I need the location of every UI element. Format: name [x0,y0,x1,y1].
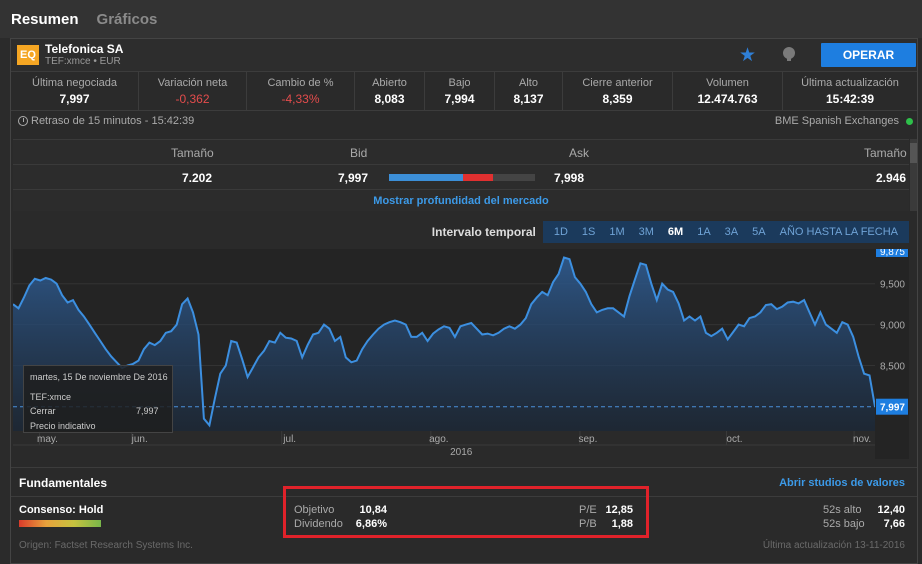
stat-open: Abierto 8,083 [355,72,425,110]
consensus-gauge [19,520,101,527]
stat-net-change: Variación neta -0,362 [139,72,247,110]
data-source: Origen: Factset Research Systems Inc. [19,540,193,551]
ticker-symbol: TEF:xmce • EUR [45,56,121,67]
exchange-name: BME Spanish Exchanges [774,115,899,127]
x-tick-label: oct. [726,434,742,445]
y-tick-label: 9,500 [880,280,905,291]
interval-option-6[interactable]: 3A [718,226,745,238]
clock-icon [18,116,28,126]
52w-low-label: 52s bajo [823,518,865,530]
y-tick-label: 9,000 [880,321,905,332]
quote-panel: EQ Telefonica SA TEF:xmce • EUR ★ OPERAR… [10,38,918,564]
x-tick-label: jun. [131,434,148,445]
tab-resumen[interactable]: Resumen [11,11,79,28]
interval-option-8[interactable]: AÑO HASTA LA FECHA [773,226,905,238]
stat-pct-change: Cambio de % -4,33% [247,72,355,110]
book-size-bid-header: Tamaño [171,146,214,160]
quote-header: EQ Telefonica SA TEF:xmce • EUR ★ OPERAR [11,39,917,71]
fundamentals-updated: Última actualización 13-11-2016 [762,540,905,551]
top-tick-label: 9,875 [880,249,905,258]
chart-tooltip: martes, 15 De noviembre De 2016 TEF:xmce… [23,365,173,433]
alert-icon[interactable] [781,46,797,62]
fundamentals-title: Fundamentales [19,476,108,490]
tab-graficos[interactable]: Gráficos [97,11,158,28]
tooltip-close-label: Cerrar [30,406,56,416]
year-label: 2016 [450,447,473,458]
52w-high-label: 52s alto [823,504,862,516]
x-tick-label: sep. [579,434,598,445]
book-size-ask-header: Tamaño [864,146,907,160]
interval-option-2[interactable]: 1M [602,226,631,238]
y-tick-label: 8,500 [880,362,905,373]
x-tick-label: ago. [429,434,448,445]
book-bid-header: Bid [350,146,368,160]
interval-option-4[interactable]: 6M [661,226,690,238]
stat-last-update: Última actualización 15:42:39 [801,76,899,106]
highlight-box [283,486,649,538]
y-axis-area [875,249,909,445]
book-divider [13,164,909,165]
fundamentals: Fundamentales Abrir studios de valores C… [11,467,917,563]
book-ask: 7,998 [554,171,585,185]
interval-row: Intervalo temporal 1D 1S 1M 3M 6M 1A 3A 5A AÑO H… [13,221,909,243]
interval-option-3[interactable]: 3M [632,226,661,238]
stats-row: Última negociada 7,997 Variación neta -0,3… [11,71,917,111]
status-dot-icon [906,118,913,125]
price-chart[interactable]: 9,500 9,000 8,500 9,875 7,997 may. jun. jul. ago… [13,249,909,459]
delay-row: Retraso de 15 minutos - 15:42:39 BME Spa… [11,111,917,131]
book-bid: 7,997 [338,171,369,185]
interval-option-7[interactable]: 5A [745,226,772,238]
x-tick-label: nov. [853,434,871,445]
tooltip-symbol: TEF:xmce [30,392,72,402]
company-name: Telefonica SA [45,42,124,56]
tooltip-close-value: 7,997 [136,406,159,416]
interval-option-1[interactable]: 1S [575,226,602,238]
tooltip-note: Precio indicativo [30,421,96,431]
stat-last: Última negociada 7,997 [11,72,139,110]
book-size-bid: 7.202 [182,171,213,185]
stat-low: Bajo 7,994 [425,72,495,110]
interval-option-5[interactable]: 1A [690,226,717,238]
depth-bar [389,174,535,181]
interval-options: 1D 1S 1M 3M 6M 1A 3A 5A AÑO HASTA LA FECHA [542,221,909,243]
stat-high: Alto 8,137 [495,72,563,110]
stat-prev-close: Cierre anterior 8,359 [563,72,673,110]
book-divider [13,189,909,190]
operar-button[interactable]: OPERAR [821,43,916,67]
depth-bar-bid [389,174,463,181]
book-ask-header: Ask [569,146,590,160]
consensus-label: Consenso: Hold [19,504,104,516]
tooltip-date: martes, 15 De noviembre De 2016 [30,372,168,382]
stat-volume: Volumen 12.474.763 [673,72,783,110]
depth-bar-ask [463,174,493,181]
delay-text: Retraso de 15 minutos - 15:42:39 [31,115,195,127]
x-tick-label: jul. [282,434,296,445]
top-tabs: Resumen Gráficos [0,0,922,38]
scrollbar-thumb[interactable] [910,143,917,163]
equity-badge: EQ [17,45,39,65]
interval-option-0[interactable]: 1D [547,226,575,238]
stock-studies-link[interactable]: Abrir studios de valores [779,477,905,489]
star-icon[interactable]: ★ [739,44,756,67]
last-price-label: 7,997 [880,403,905,414]
interval-label: Intervalo temporal [431,225,536,239]
52w-low-value: 7,66 [883,518,905,530]
scrollbar[interactable] [910,139,917,211]
52w-high-value: 12,40 [877,504,905,516]
book-size-ask: 2.946 [876,171,907,185]
order-book: Tamaño Bid Ask Tamaño 7.202 7,997 7,998 … [13,139,909,211]
market-depth-link[interactable]: Mostrar profundidad del mercado [13,195,909,207]
x-tick-label: may. [37,434,58,445]
